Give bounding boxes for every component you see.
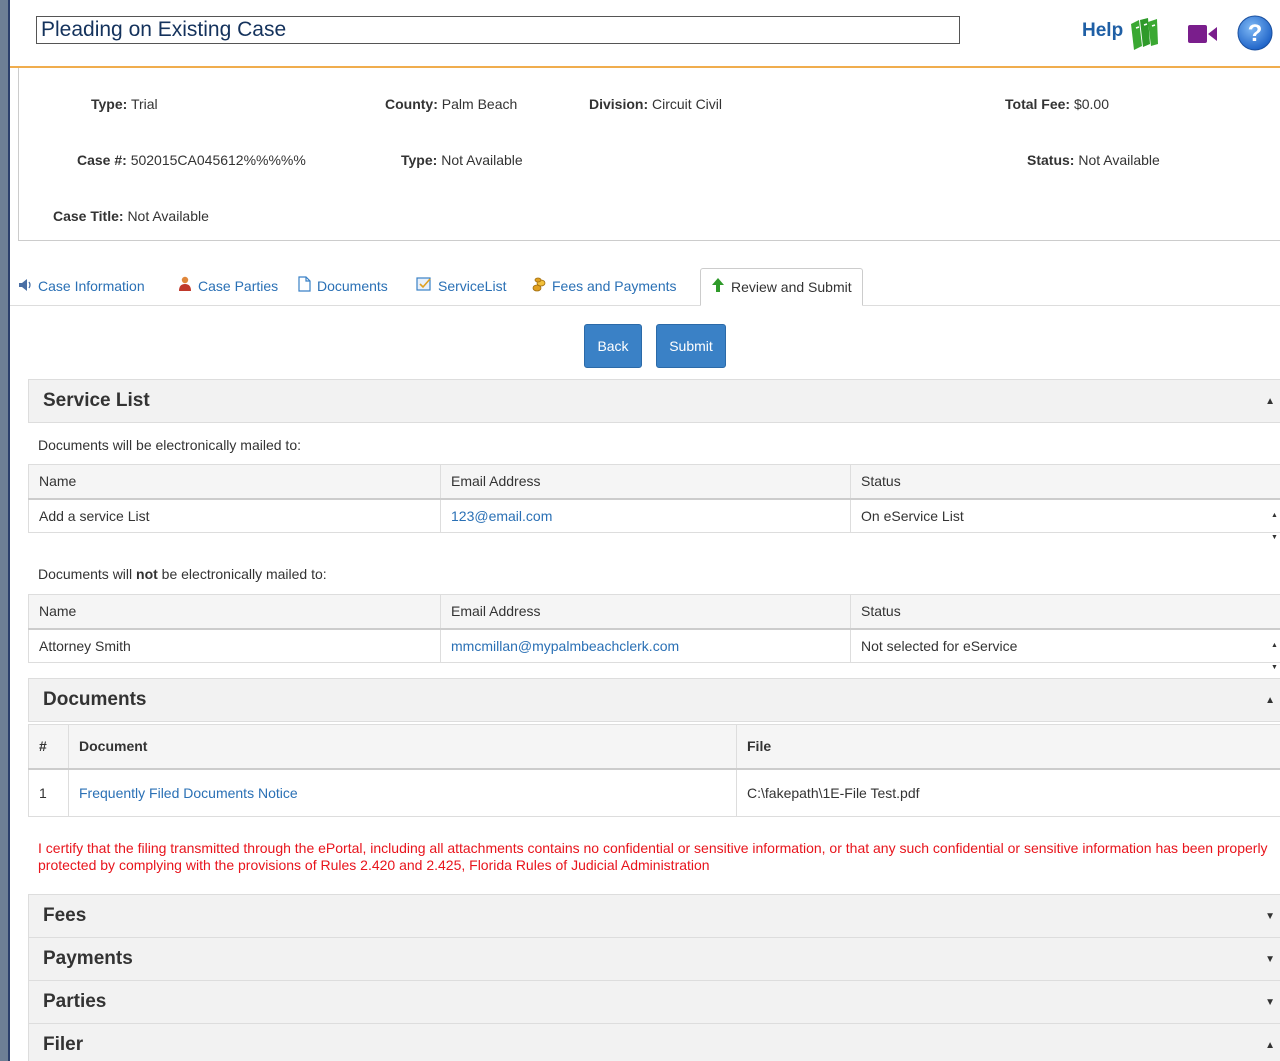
caret-up-icon: ▲	[1265, 396, 1275, 407]
col-file: File	[736, 724, 1280, 770]
case-status: Status: Not Available	[1027, 152, 1160, 168]
case-type: Type: Trial	[91, 96, 158, 112]
svg-text:?: ?	[1248, 20, 1263, 47]
col-status: Status	[850, 464, 1280, 500]
email-link[interactable]: mmcmillan@mypalmbeachclerk.com	[440, 628, 851, 663]
tab-documents[interactable]: Documents	[298, 268, 388, 306]
video-camera-icon[interactable]	[1188, 24, 1218, 47]
filer-header[interactable]: Filer ▲	[28, 1023, 1280, 1061]
submit-button[interactable]: Submit	[656, 324, 726, 368]
back-button[interactable]: Back	[584, 324, 642, 368]
payments-header[interactable]: Payments ▼	[28, 937, 1280, 981]
case-number: Case #: 502015CA045612%%%%%	[77, 152, 306, 168]
not-mailed-intro: Documents will not be electronically mai…	[38, 566, 327, 582]
certification-notice: I certify that the filing transmitted th…	[38, 840, 1268, 873]
table-row: Add a service List 123@email.com On eSer…	[28, 498, 1280, 533]
app-frame: Pleading on Existing Case Help ? Type: T…	[8, 0, 1280, 1061]
person-icon	[178, 269, 192, 305]
caret-up-icon: ▲	[1265, 1040, 1275, 1051]
documents-table: # Document File 1 Frequently Filed Docum…	[28, 724, 1280, 817]
document-link[interactable]: Frequently Filed Documents Notice	[68, 768, 737, 817]
help-link[interactable]: Help	[1082, 20, 1123, 42]
not-mailed-table: Name Email Address Status Attorney Smith…	[28, 594, 1280, 663]
service-list-header[interactable]: Service List ▲	[28, 379, 1280, 423]
row-scrollbar[interactable]: ▲ ▼	[1268, 638, 1280, 678]
table-row: 1 Frequently Filed Documents Notice C:\f…	[28, 768, 1280, 817]
row-scrollbar[interactable]: ▲ ▼	[1268, 508, 1280, 548]
case-title: Case Title: Not Available	[53, 208, 209, 224]
col-status: Status	[850, 594, 1280, 630]
table-row: Attorney Smith mmcmillan@mypalmbeachcler…	[28, 628, 1280, 663]
documents-header[interactable]: Documents ▲	[28, 678, 1280, 722]
col-name: Name	[28, 464, 441, 500]
tab-fees-and-payments[interactable]: Fees and Payments	[532, 268, 677, 306]
parties-header[interactable]: Parties ▼	[28, 980, 1280, 1024]
speaker-icon	[18, 269, 32, 305]
col-number: #	[28, 724, 69, 770]
caret-down-icon: ▼	[1265, 911, 1275, 922]
fees-header[interactable]: Fees ▼	[28, 894, 1280, 938]
coins-icon	[532, 269, 546, 305]
page-title: Pleading on Existing Case	[36, 16, 960, 44]
caret-down-icon: ▼	[1265, 954, 1275, 965]
mailed-intro: Documents will be electronically mailed …	[38, 437, 301, 453]
tab-review-and-submit[interactable]: Review and Submit	[700, 268, 863, 306]
tab-servicelist[interactable]: ServiceList	[416, 268, 506, 306]
tab-case-information[interactable]: Case Information	[18, 268, 145, 306]
case-summary-panel: Type: Trial County: Palm Beach Division:…	[18, 68, 1280, 241]
wizard-tabs: Case Information Case Parties Documents …	[10, 268, 1280, 306]
col-name: Name	[28, 594, 441, 630]
case-county: County: Palm Beach	[385, 96, 518, 112]
document-icon	[298, 269, 311, 305]
col-document: Document	[68, 724, 737, 770]
checklist-icon	[416, 269, 432, 305]
case-subtype: Type: Not Available	[401, 152, 523, 168]
email-link[interactable]: 123@email.com	[440, 498, 851, 533]
col-email: Email Address	[440, 594, 851, 630]
col-email: Email Address	[440, 464, 851, 500]
tab-case-parties[interactable]: Case Parties	[178, 268, 278, 306]
up-arrow-icon	[711, 270, 725, 306]
case-division: Division: Circuit Civil	[589, 96, 723, 112]
caret-down-icon: ▼	[1265, 997, 1275, 1008]
header-bar: Pleading on Existing Case Help ?	[10, 0, 1280, 68]
total-fee: Total Fee: $0.00	[1005, 96, 1110, 112]
books-icon[interactable]	[1128, 16, 1160, 55]
caret-up-icon: ▲	[1265, 695, 1275, 706]
mailed-table: Name Email Address Status Add a service …	[28, 464, 1280, 533]
question-circle-icon[interactable]: ?	[1236, 14, 1274, 55]
